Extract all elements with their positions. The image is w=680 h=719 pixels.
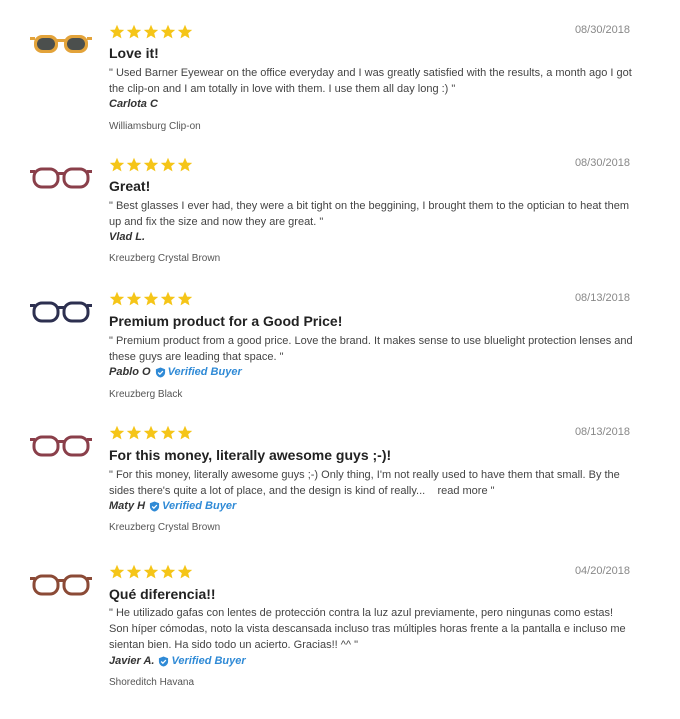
star-icon <box>160 157 176 172</box>
review-title: Qué diferencia!! <box>109 586 216 602</box>
star-icon <box>177 425 193 440</box>
review-title: Love it! <box>109 45 159 61</box>
verified-buyer-badge: Verified Buyer <box>149 500 236 512</box>
review-body-text: " For this money, literally awesome guys… <box>109 469 620 497</box>
sunglasses-clip-on-icon <box>30 35 92 53</box>
glasses-icon <box>30 167 92 189</box>
review-date: 08/30/2018 <box>574 24 630 36</box>
star-icon <box>143 564 159 579</box>
star-icon <box>109 157 125 172</box>
verified-label: Verified Buyer <box>167 366 242 378</box>
star-icon <box>160 24 176 39</box>
star-icon <box>143 425 159 440</box>
star-icon <box>126 564 142 579</box>
product-name[interactable]: Williamsburg Clip-on <box>109 121 201 132</box>
star-rating <box>109 24 193 40</box>
star-icon <box>160 564 176 579</box>
verified-check-icon <box>149 500 160 512</box>
review-body: " Best glasses I ever had, they were a b… <box>109 200 630 228</box>
product-name[interactable]: Kreuzberg Crystal Brown <box>109 253 220 264</box>
product-name[interactable]: Shoreditch Havana <box>109 677 194 688</box>
star-rating <box>109 425 193 441</box>
glasses-icon <box>30 435 92 457</box>
star-rating <box>109 291 193 307</box>
product-name[interactable]: Kreuzberg Crystal Brown <box>109 522 220 533</box>
star-icon <box>126 157 142 172</box>
verified-buyer-badge: Verified Buyer <box>158 655 246 667</box>
verified-buyer-badge: Verified Buyer <box>155 366 242 378</box>
review-title: For this money, literally awesome guys ;… <box>109 447 392 463</box>
star-icon <box>160 425 176 440</box>
verified-label: Verified Buyer <box>162 500 237 512</box>
review-date: 08/13/2018 <box>574 292 630 304</box>
star-icon <box>143 157 159 172</box>
star-icon <box>177 24 193 39</box>
author-line: Maty H Verified Buyer <box>109 500 236 512</box>
star-icon <box>126 291 142 306</box>
review-body: " For this money, literally awesome guys… <box>109 467 634 499</box>
review-author: Pablo O <box>109 366 151 378</box>
review-author: Carlota C <box>109 98 158 110</box>
verified-check-icon <box>159 655 169 667</box>
author-line: Carlota C <box>109 98 158 110</box>
review-body: " Premium product from a good price. Lov… <box>109 335 633 363</box>
star-icon <box>143 24 159 39</box>
product-name[interactable]: Kreuzberg Black <box>109 389 182 400</box>
author-line: Vlad L. <box>109 231 145 243</box>
star-icon <box>160 291 176 306</box>
review-title: Great! <box>109 178 151 194</box>
verified-check-icon <box>155 366 165 378</box>
star-icon <box>177 291 193 306</box>
star-icon <box>126 425 142 440</box>
star-icon <box>109 564 125 579</box>
star-icon <box>109 291 125 306</box>
author-line: Pablo O Verified Buyer <box>109 366 242 378</box>
star-icon <box>177 157 193 172</box>
review-title: Premium product for a Good Price! <box>109 313 343 329</box>
glasses-icon <box>30 301 92 323</box>
star-icon <box>143 291 159 306</box>
star-icon <box>126 24 142 39</box>
star-rating <box>109 564 193 580</box>
read-more-link[interactable]: read more " <box>437 485 494 497</box>
author-line: Javier A. Verified Buyer <box>109 655 246 667</box>
review-author: Vlad L. <box>109 231 146 243</box>
review-author: Javier A. <box>109 655 155 667</box>
star-icon <box>109 425 125 440</box>
review-body: " Used Barner Eyewear on the office ever… <box>109 67 632 95</box>
review-date: 08/30/2018 <box>574 157 630 169</box>
star-icon <box>177 564 193 579</box>
review-date: 04/20/2018 <box>574 565 630 577</box>
review-body: " He utilizado gafas con lentes de prote… <box>109 607 626 651</box>
glasses-icon <box>30 574 92 596</box>
review-author: Maty H <box>109 500 146 512</box>
star-rating <box>109 157 193 173</box>
verified-label: Verified Buyer <box>171 655 246 667</box>
review-date: 08/13/2018 <box>574 426 630 438</box>
star-icon <box>109 24 125 39</box>
